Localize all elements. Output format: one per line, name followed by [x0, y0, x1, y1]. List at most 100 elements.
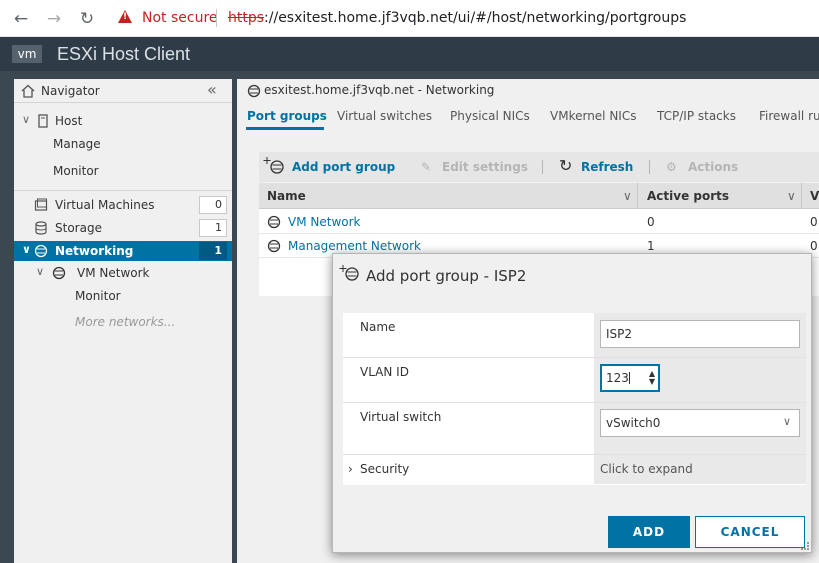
network-icon [34, 244, 48, 258]
page-title: esxitest.home.jf3vqb.net - Networking [264, 83, 495, 97]
nav-item-monitor[interactable]: Monitor [14, 161, 232, 181]
active-tab-indicator [246, 127, 324, 130]
tab-bar: Port groups Virtual switches Physical NI… [237, 105, 819, 127]
add-network-icon [339, 265, 359, 281]
gear-icon: ⚙ [666, 160, 677, 174]
form-row-vlan: VLAN ID 123 ▲ ▼ [343, 358, 806, 403]
nav-item-vm-network[interactable]: ∨ VM Network [14, 263, 232, 283]
vswitch-cell: vSwitch0 ∨ [594, 403, 806, 454]
column-divider [801, 183, 802, 209]
not-secure-label[interactable]: Not secure [142, 10, 218, 26]
port-group-name-link[interactable]: Management Network [288, 239, 421, 253]
navigator-header: Navigator « [14, 79, 232, 103]
refresh-button[interactable]: Refresh [581, 160, 633, 174]
nav-item-storage-label: Storage [55, 221, 102, 235]
storage-icon [35, 221, 47, 235]
collapse-double-chevron-icon[interactable]: « [207, 80, 217, 99]
tab-tcpip-stacks[interactable]: TCP/IP stacks [657, 109, 736, 123]
resize-handle-icon[interactable] [801, 542, 809, 550]
actions-button[interactable]: Actions [688, 160, 738, 174]
column-header-vlan[interactable]: V [810, 189, 819, 203]
toolbar-divider [649, 160, 650, 174]
vlan-id-stepper[interactable]: 123 ▲ ▼ [600, 364, 660, 392]
virtual-switch-label: Virtual switch [360, 410, 442, 424]
home-icon[interactable] [21, 84, 35, 98]
vm-logo: vm [12, 45, 42, 63]
column-header-active-ports[interactable]: Active ports [647, 189, 729, 203]
virtual-machines-count: 0 [199, 196, 227, 214]
chevron-down-icon[interactable]: ∨ [783, 415, 791, 428]
text-cursor [628, 372, 630, 384]
tab-vmkernel-nics[interactable]: VMkernel NICs [550, 109, 636, 123]
nav-item-networking[interactable]: ∨ Networking 1 [14, 241, 232, 261]
edit-settings-button[interactable]: Edit settings [442, 160, 528, 174]
chevron-down-icon[interactable]: ∨ [22, 243, 31, 256]
nav-item-more-networks[interactable]: More networks... [14, 312, 232, 332]
chevron-down-icon[interactable]: ∨ [623, 189, 632, 203]
chevron-down-icon[interactable]: ∨ [787, 189, 796, 203]
nav-item-virtual-machines-label: Virtual Machines [55, 198, 155, 212]
name-input[interactable]: ISP2 [600, 320, 800, 348]
nav-item-manage[interactable]: Manage [14, 134, 232, 154]
network-icon [247, 84, 261, 98]
chevron-down-icon[interactable]: ∨ [36, 265, 44, 278]
add-port-group-button[interactable]: Add port group [292, 160, 395, 174]
url-scheme: https [228, 10, 265, 26]
nav-item-vm-network-label: VM Network [77, 266, 150, 280]
port-group-name-link[interactable]: VM Network [288, 215, 360, 229]
vlan-cell: 123 ▲ ▼ [594, 358, 806, 402]
virtual-switch-value: vSwitch0 [606, 416, 661, 430]
tab-firewall-rules[interactable]: Firewall ru [759, 109, 819, 123]
nav-item-host[interactable]: ∨ Host [14, 111, 232, 131]
vlan-id-value: 123 [606, 371, 629, 385]
security-expand-text[interactable]: Click to expand [600, 462, 693, 476]
nav-item-more-networks-label: More networks... [75, 315, 176, 329]
nav-item-virtual-machines[interactable]: Virtual Machines 0 [14, 195, 232, 215]
nav-item-networking-label: Networking [55, 244, 134, 258]
table-header: Name ∨ Active ports ∨ V [259, 183, 819, 209]
form-row-name: Name ISP2 [343, 313, 806, 358]
navigator-title: Navigator [41, 84, 100, 98]
warning-icon[interactable] [118, 10, 132, 23]
url-divider [216, 9, 217, 27]
network-icon [267, 239, 281, 253]
port-groups-toolbar: Add port group ✎ Edit settings ↻ Refresh… [259, 152, 819, 182]
port-group-form: Name ISP2 VLAN ID 123 ▲ ▼ Virtual switch … [343, 313, 806, 485]
toolbar-divider [542, 160, 543, 174]
app-header: vm ESXi Host Client [0, 37, 819, 71]
navigator-divider [14, 190, 232, 191]
back-arrow-icon[interactable]: ← [10, 8, 32, 30]
tab-physical-nics[interactable]: Physical NICs [450, 109, 530, 123]
host-icon [38, 114, 48, 128]
form-row-vswitch: Virtual switch vSwitch0 ∨ [343, 403, 806, 455]
tab-port-groups[interactable]: Port groups [247, 109, 327, 123]
name-label: Name [360, 320, 396, 334]
nav-item-monitor-label: Monitor [53, 164, 99, 178]
refresh-icon: ↻ [559, 156, 573, 175]
tab-virtual-switches[interactable]: Virtual switches [337, 109, 432, 123]
pencil-icon: ✎ [421, 160, 432, 174]
forward-arrow-icon[interactable]: → [43, 8, 65, 30]
nav-item-manage-label: Manage [53, 137, 101, 151]
app-title: ESXi Host Client [57, 44, 191, 64]
vlan-value: 0 [810, 215, 818, 229]
spinner-arrows-icon[interactable]: ▲ ▼ [649, 370, 655, 386]
virtual-switch-select[interactable]: vSwitch0 ∨ [600, 409, 800, 437]
browser-toolbar: ← → ↻ Not secure https://esxitest.home.j… [0, 0, 819, 37]
security-cell: Click to expand [594, 455, 806, 484]
cancel-button[interactable]: CANCEL [695, 516, 805, 548]
nav-item-host-label: Host [55, 114, 83, 128]
column-header-name[interactable]: Name [267, 189, 306, 203]
nav-item-vm-network-monitor[interactable]: Monitor [14, 286, 232, 306]
security-label[interactable]: Security [360, 462, 409, 476]
chevron-down-icon[interactable]: ∨ [22, 113, 30, 126]
reload-icon[interactable]: ↻ [76, 8, 98, 30]
add-button[interactable]: ADD [608, 516, 690, 548]
networking-count: 1 [199, 242, 227, 260]
network-icon [52, 266, 66, 280]
address-bar[interactable]: https://esxitest.home.jf3vqb.net/ui/#/ho… [228, 10, 686, 26]
nav-item-storage[interactable]: Storage 1 [14, 218, 232, 238]
table-row[interactable]: VM Network 0 0 [259, 210, 819, 234]
chevron-right-icon[interactable]: › [348, 462, 353, 476]
form-row-security[interactable]: › Security Click to expand [343, 455, 806, 485]
